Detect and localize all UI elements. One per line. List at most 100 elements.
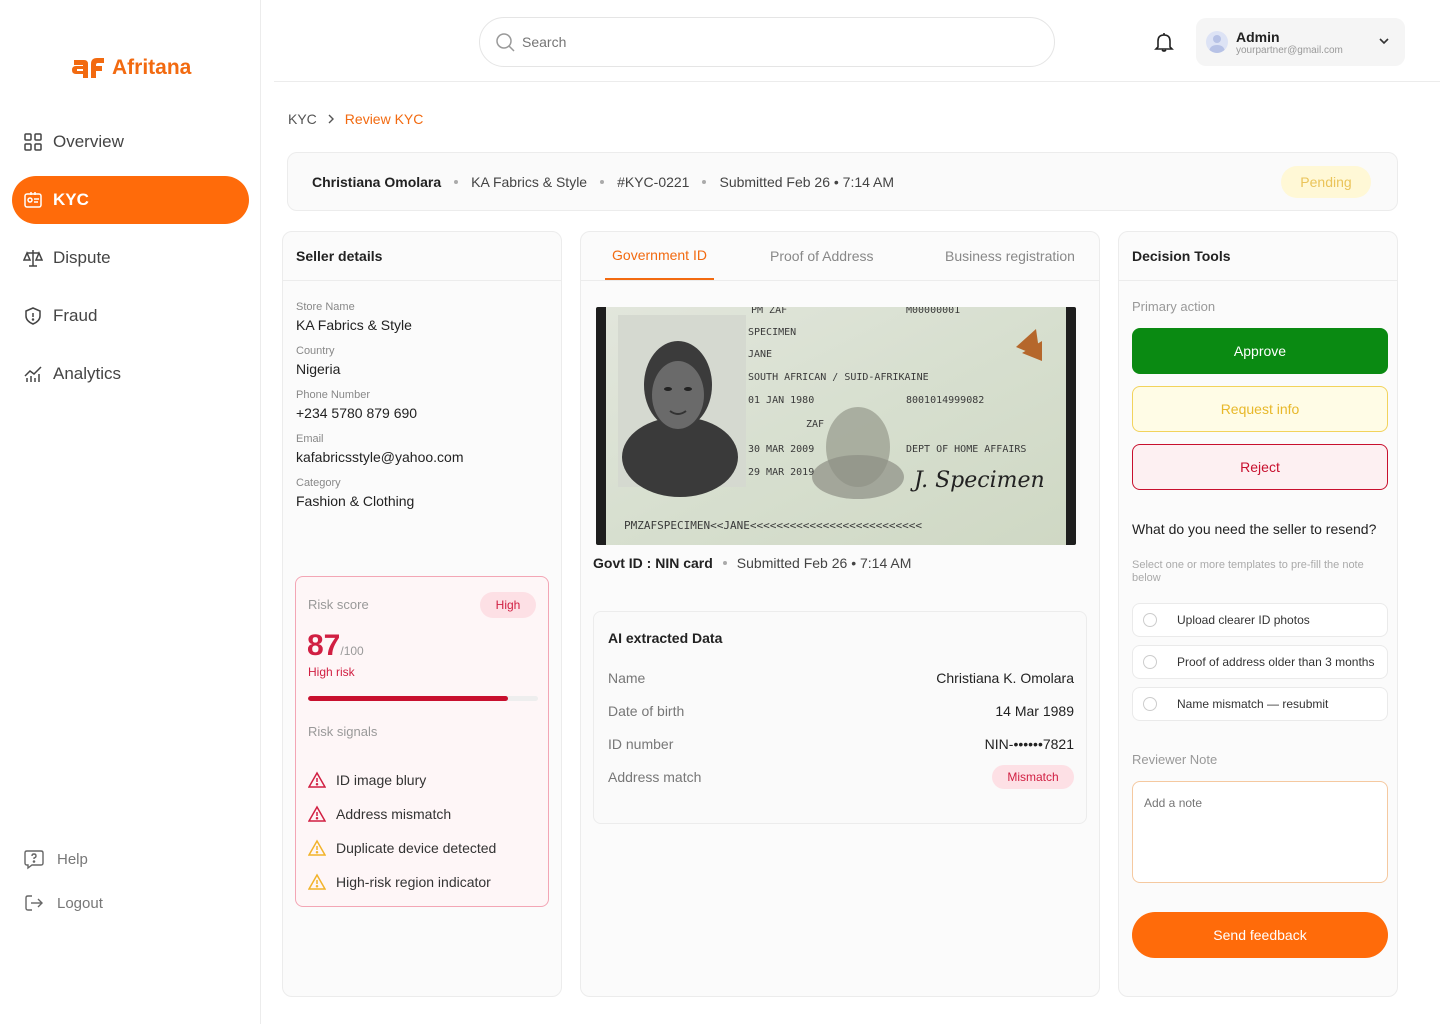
search-input[interactable] xyxy=(522,34,1022,50)
tab-government-id[interactable]: Government ID xyxy=(605,232,714,280)
mismatch-badge: Mismatch xyxy=(992,765,1074,789)
ai-key: Date of birth xyxy=(608,703,685,719)
id-text-line: PM ZAF xyxy=(751,307,787,316)
resend-question: What do you need the seller to resend? xyxy=(1132,521,1377,537)
sidebar-item-fraud[interactable]: Fraud xyxy=(12,292,249,340)
user-info: Admin yourpartner@gmail.com xyxy=(1236,29,1343,56)
sidebar-item-overview[interactable]: Overview xyxy=(12,118,249,166)
app-root: Afritana Overview KYC Dispute Fraud Anal… xyxy=(0,0,1440,1024)
reject-button[interactable]: Reject xyxy=(1132,444,1388,490)
template-option[interactable]: Upload clearer ID photos xyxy=(1132,603,1388,637)
brand-logo[interactable]: Afritana xyxy=(70,54,191,82)
risk-signal-item: Address mismatch xyxy=(308,797,496,831)
user-name: Admin xyxy=(1236,28,1280,45)
template-option[interactable]: Name mismatch — resubmit xyxy=(1132,687,1388,721)
search-box[interactable] xyxy=(479,17,1055,67)
risk-signal-text: Duplicate device detected xyxy=(336,840,497,856)
id-text-line: ZAF xyxy=(806,419,824,430)
ai-row-address-match: Address match Mismatch xyxy=(608,765,1074,789)
logout-icon xyxy=(25,895,43,911)
brand-name: Afritana xyxy=(112,56,192,79)
risk-signal-item: ID image blury xyxy=(308,763,496,797)
ai-value: NIN-••••••7821 xyxy=(984,736,1074,752)
help-label: Help xyxy=(57,850,88,868)
logout-link[interactable]: Logout xyxy=(23,890,103,916)
status-badge: Pending xyxy=(1281,166,1371,198)
id-text-line: 30 MAR 2009 xyxy=(748,444,814,455)
kyc-summary-card: Christiana Omolara KA Fabrics & Style #K… xyxy=(287,152,1398,211)
field-label: Category xyxy=(296,477,341,489)
breadcrumb-parent[interactable]: KYC xyxy=(288,111,317,127)
id-signature: J. Specimen xyxy=(910,468,1045,493)
id-text-line: 01 JAN 1980 xyxy=(748,395,814,406)
risk-score-card: Risk score High 87/100 High risk Risk si… xyxy=(295,576,549,907)
help-link[interactable]: Help xyxy=(23,846,103,872)
tab-business-registration[interactable]: Business registration xyxy=(945,232,1075,280)
send-feedback-button[interactable]: Send feedback xyxy=(1132,912,1388,958)
tab-proof-of-address[interactable]: Proof of Address xyxy=(770,232,874,280)
template-label: Upload clearer ID photos xyxy=(1177,613,1310,627)
documents-panel: Government ID Proof of Address Business … xyxy=(580,231,1100,997)
top-bar: Admin yourpartner@gmail.com xyxy=(274,0,1440,82)
id-card-icon xyxy=(23,190,43,210)
field-phone: Phone Number +234 5780 879 690 xyxy=(296,389,561,421)
field-category: Category Fashion & Clothing xyxy=(296,477,561,509)
id-text-line: DEPT OF HOME AFFAIRS xyxy=(906,444,1026,455)
ai-extracted-title: AI extracted Data xyxy=(608,630,723,646)
template-label: Proof of address older than 3 months xyxy=(1177,655,1375,669)
field-label: Email xyxy=(296,433,324,445)
reviewer-note-input[interactable] xyxy=(1132,781,1388,883)
submitted-date: Submitted Feb 26 • 7:14 AM xyxy=(719,173,895,190)
radio-button[interactable] xyxy=(1143,655,1157,669)
template-label: Name mismatch — resubmit xyxy=(1177,697,1329,711)
sidebar-item-kyc[interactable]: KYC xyxy=(12,176,249,224)
field-value: +234 5780 879 690 xyxy=(296,405,418,421)
radio-button[interactable] xyxy=(1143,697,1157,711)
panel-title: Decision Tools xyxy=(1119,232,1397,281)
separator-dot xyxy=(702,179,707,184)
warning-triangle-icon xyxy=(308,839,326,856)
resend-hint: Select one or more templates to pre-fill… xyxy=(1132,559,1364,584)
risk-progress-bar xyxy=(308,696,538,701)
sidebar-item-label: Analytics xyxy=(53,364,122,383)
chevron-down-icon xyxy=(1379,38,1389,45)
sidebar-item-label: Dispute xyxy=(53,248,111,267)
sidebar-item-dispute[interactable]: Dispute xyxy=(12,234,249,282)
scale-icon xyxy=(23,248,43,268)
field-country: Country Nigeria xyxy=(296,345,561,377)
risk-signal-text: Address mismatch xyxy=(336,806,452,822)
score-max: /100 xyxy=(340,644,364,658)
search-icon xyxy=(496,33,515,52)
kyc-id: #KYC-0221 xyxy=(617,173,690,190)
id-text-line: SPECIMEN xyxy=(748,327,796,338)
risk-score-value: 87/100 xyxy=(307,629,364,663)
sidebar-item-label: Fraud xyxy=(53,306,98,325)
field-email: Email kafabricsstyle@yahoo.com xyxy=(296,433,561,465)
document-type: Govt ID : NIN card xyxy=(593,555,713,571)
separator-dot xyxy=(600,179,605,184)
sidebar-item-label: Overview xyxy=(53,132,124,151)
afritana-logo-icon xyxy=(72,58,104,78)
store-name: KA Fabrics & Style xyxy=(471,173,588,190)
field-label: Country xyxy=(296,345,335,357)
warning-triangle-icon xyxy=(308,873,326,890)
radio-button[interactable] xyxy=(1143,613,1157,627)
request-info-button[interactable]: Request info xyxy=(1132,386,1388,432)
government-id-image[interactable]: PM ZAF M00000001 SPECIMEN JANE SOUTH AFR… xyxy=(596,307,1076,545)
notifications-button[interactable] xyxy=(1144,22,1184,62)
shield-icon xyxy=(23,306,43,326)
risk-level-badge: High xyxy=(480,592,536,618)
field-store-name: Store Name KA Fabrics & Style xyxy=(296,301,561,333)
sidebar: Afritana Overview KYC Dispute Fraud Anal… xyxy=(0,0,261,1024)
document-submitted: Submitted Feb 26 • 7:14 AM xyxy=(736,555,912,571)
field-value: KA Fabrics & Style xyxy=(296,317,412,333)
panel-title: Seller details xyxy=(283,232,561,281)
risk-signal-item: High-risk region indicator xyxy=(308,865,496,899)
user-menu[interactable]: Admin yourpartner@gmail.com xyxy=(1196,18,1405,66)
seller-details-panel: Seller details Store Name KA Fabrics & S… xyxy=(282,231,562,997)
approve-button[interactable]: Approve xyxy=(1132,328,1388,374)
template-option[interactable]: Proof of address older than 3 months xyxy=(1132,645,1388,679)
risk-progress-fill xyxy=(308,696,509,701)
sidebar-item-analytics[interactable]: Analytics xyxy=(12,350,249,398)
id-text-line: 8001014999082 xyxy=(906,395,984,406)
